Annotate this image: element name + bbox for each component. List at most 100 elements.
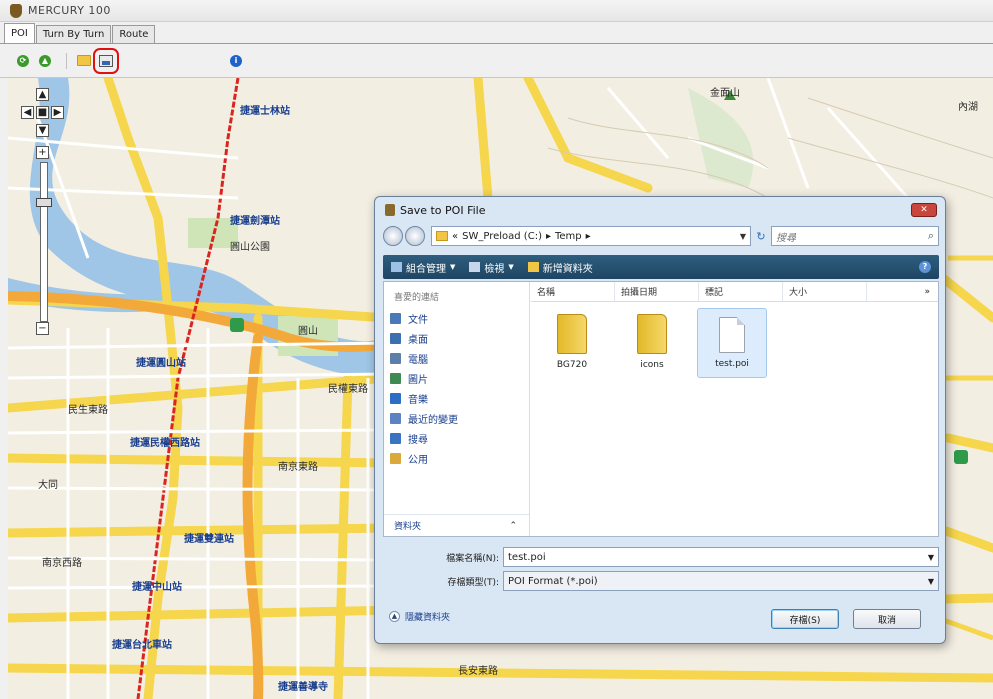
map-label: 大同 [38,480,58,491]
app-logo-icon [10,3,22,18]
navigation-pane: 喜愛的連結 文件 桌面 電腦 圖片 音樂 最近的變更 搜尋 公用 資料夾 ⌃ [384,282,530,536]
breadcrumb-drive[interactable]: SW_Preload (C:) [462,231,542,242]
pictures-icon [390,372,401,384]
file-name: icons [640,360,664,370]
map-label: 捷運雙連站 [184,534,234,545]
save-button[interactable]: 存檔(S) [771,609,839,629]
pan-right-button[interactable]: ▶ [51,106,64,119]
pan-center-button[interactable]: ■ [36,106,49,119]
nav-list: 文件 桌面 電腦 圖片 音樂 最近的變更 搜尋 公用 [390,308,458,468]
address-row: « SW_Preload (C:) ▸ Temp ▸ ▼ ↻ 搜尋 ⌕ [383,225,939,247]
cancel-button[interactable]: 取消 [853,609,921,629]
pan-up-button[interactable]: ▲ [36,88,49,101]
zoom-in-button[interactable]: + [36,146,49,159]
nav-item-computer[interactable]: 電腦 [390,348,458,368]
nav-item-label: 桌面 [408,334,428,346]
pan-down-button[interactable]: ▼ [36,124,49,137]
chevron-down-icon[interactable]: ▼ [928,577,934,586]
map-label: 內湖 [958,102,978,113]
file-item-selected[interactable]: test.poi [697,308,767,378]
column-header-name[interactable]: 名稱 [531,282,615,301]
highlight-circle [93,47,119,74]
nav-item-search[interactable]: 搜尋 [390,428,458,448]
hide-folders-toggle[interactable]: ▲ 隱藏資料夾 [389,610,450,623]
folders-toggle[interactable]: 資料夾 ⌃ [384,514,529,536]
column-header-date[interactable]: 拍攝日期 [615,282,699,301]
nav-item-recent[interactable]: 最近的變更 [390,408,458,428]
title-bar: MERCURY 100 [0,0,993,22]
save-poi-dialog: Save to POI File ✕ « SW_Preload (C:) ▸ T… [374,196,946,644]
savetype-label: 存檔類型(T): [447,577,499,588]
more-columns-icon[interactable]: » [924,282,930,301]
folder-icon [436,231,448,241]
filename-value: test.poi [508,551,546,563]
chevron-down-icon[interactable]: ▼ [928,553,934,562]
save-poi-button[interactable] [93,47,119,74]
new-folder-button[interactable]: 新增資料夾 [527,260,593,275]
map-label: 南京西路 [42,558,82,569]
dialog-title: Save to POI File [400,203,486,217]
nav-item-documents[interactable]: 文件 [390,308,458,328]
folder-icon [557,314,587,354]
column-header-tags[interactable]: 標記 [699,282,783,301]
tab-route[interactable]: Route [112,25,156,43]
file-item[interactable]: BG720 [537,308,607,378]
views-button[interactable]: 檢視 ▼ [469,260,514,275]
zoom-out-button[interactable]: − [36,322,49,335]
zoom-slider-thumb[interactable] [36,198,52,207]
organize-label: 組合管理 [406,263,446,275]
tab-poi[interactable]: POI [4,23,35,43]
tab-turn-by-turn[interactable]: Turn By Turn [35,25,112,43]
chevron-up-icon: ▲ [389,611,400,622]
up-arrow-icon: ▲ [39,54,51,67]
nav-item-desktop[interactable]: 桌面 [390,328,458,348]
dialog-title-bar: Save to POI File [375,197,945,223]
tab-bar: POI Turn By Turn Route [0,22,993,44]
up-button[interactable]: ▲ [36,52,54,70]
breadcrumb-separator: ▸ [585,230,591,242]
refresh-icon[interactable]: ↻ [751,226,771,246]
savetype-select[interactable]: POI Format (*.poi) ▼ [503,571,939,591]
map-label: 民權東路 [328,384,368,395]
window-title: MERCURY 100 [28,4,111,17]
search-folder-icon [390,432,401,444]
savetype-value: POI Format (*.poi) [508,575,598,587]
views-label: 檢視 [484,263,505,275]
dialog-app-icon [385,204,395,216]
public-icon [390,452,401,464]
map-label: 圓山公園 [230,242,270,253]
nav-item-label: 音樂 [408,394,428,406]
back-button[interactable] [383,226,403,246]
nav-item-public[interactable]: 公用 [390,448,458,468]
forward-button[interactable] [405,226,425,246]
info-button[interactable]: i [227,52,245,70]
open-file-button[interactable] [75,52,93,70]
breadcrumb-temp[interactable]: Temp [555,231,582,242]
nav-item-music[interactable]: 音樂 [390,388,458,408]
nav-item-pictures[interactable]: 圖片 [390,368,458,388]
address-bar[interactable]: « SW_Preload (C:) ▸ Temp ▸ ▼ [431,226,751,246]
file-name: test.poi [715,359,749,369]
chevron-down-icon[interactable]: ▼ [740,232,746,241]
zoom-slider-track[interactable] [40,162,48,322]
new-folder-icon [527,262,539,272]
column-header-size[interactable]: 大小 [783,282,867,301]
nav-item-label: 最近的變更 [408,414,458,426]
pan-left-button[interactable]: ◀ [21,106,34,119]
help-icon[interactable]: ? [919,261,931,273]
file-item[interactable]: icons [617,308,687,378]
filename-row: 檔案名稱(N): test.poi ▼ [383,547,939,567]
browser-area: 喜愛的連結 文件 桌面 電腦 圖片 音樂 最近的變更 搜尋 公用 資料夾 ⌃ 名… [383,281,939,537]
column-headers: 名稱 拍攝日期 標記 大小 » [531,282,938,302]
add-poi-button[interactable]: ⟳ [14,52,32,70]
nav-item-label: 文件 [408,314,428,326]
nav-item-label: 電腦 [408,354,428,366]
search-input[interactable]: 搜尋 ⌕ [771,226,939,246]
nav-item-label: 搜尋 [408,434,428,446]
filename-field[interactable]: test.poi ▼ [503,547,939,567]
organize-button[interactable]: 組合管理 ▼ [391,260,455,275]
new-folder-label: 新增資料夾 [542,263,593,275]
map-label: 南京東路 [278,462,318,473]
close-button[interactable]: ✕ [911,203,937,217]
savetype-row: 存檔類型(T): POI Format (*.poi) ▼ [383,571,939,591]
